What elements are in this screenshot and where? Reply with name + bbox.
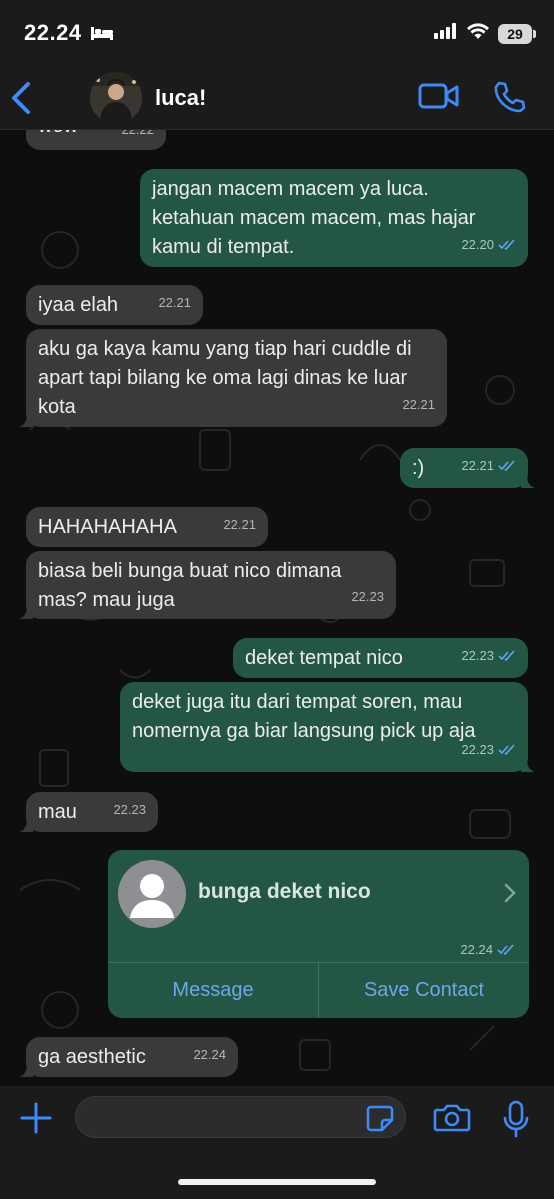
message-text: jangan macem macem ya luca. ketahuan mac… (152, 178, 476, 258)
battery-icon: 29 (498, 23, 536, 44)
signal-icon (434, 23, 458, 44)
message-bubble-incoming[interactable]: ga aesthetic 22.24 (19, 1037, 238, 1077)
message-bubble-incoming[interactable]: wow 22.22 (26, 130, 166, 150)
camera-icon[interactable] (433, 1102, 471, 1139)
message-text: deket tempat nico (245, 647, 403, 669)
message-bubble-outgoing[interactable]: jangan macem macem ya luca. ketahuan mac… (140, 169, 528, 267)
read-ticks-icon (498, 649, 515, 661)
message-text: iyaa elah (38, 294, 119, 316)
message-text: wow (38, 130, 78, 141)
message-time: 22.24 (193, 1047, 226, 1062)
video-call-icon[interactable] (418, 82, 460, 115)
read-ticks-icon (498, 459, 515, 471)
message-time: 22.23 (461, 735, 516, 764)
message-time: 22.23 (351, 589, 384, 604)
phone-call-icon[interactable] (492, 80, 526, 119)
message-time: 22.21 (461, 451, 516, 480)
message-time: 22.22 (121, 130, 154, 144)
contact-name[interactable]: luca! (155, 85, 206, 111)
message-time: 22.21 (158, 295, 191, 310)
message-bubble-outgoing[interactable]: :) 22.21 (400, 448, 535, 488)
composer-bar (0, 1086, 554, 1199)
chat-header: luca! (0, 66, 554, 130)
message-bubble-incoming[interactable]: mau 22.23 (19, 792, 158, 832)
status-bar: 22.24 29 (0, 0, 554, 66)
chat-area[interactable]: wow 22.22 jangan macem macem ya luca. ke… (0, 130, 554, 1086)
message-time: 22.23 (461, 641, 516, 670)
message-bubble-incoming[interactable]: biasa beli bunga buat nico dimana mas? m… (19, 551, 396, 619)
message-text: HAHAHAHAHA (38, 516, 177, 538)
bed-icon (90, 24, 114, 47)
message-time: 22.23 (113, 802, 146, 817)
message-time: 22.20 (461, 230, 516, 259)
read-ticks-icon (498, 238, 515, 250)
message-time: 22.24 (460, 942, 515, 957)
message-text: ga aesthetic (38, 1046, 146, 1068)
shared-contact-card[interactable]: bunga deket nico 22.24 Message Save Cont… (108, 850, 529, 1018)
message-bubble-incoming[interactable]: aku ga kaya kamu yang tiap hari cuddle d… (19, 329, 447, 427)
message-text: biasa beli bunga buat nico dimana mas? m… (38, 560, 342, 611)
plus-icon[interactable] (20, 1102, 52, 1139)
message-text: mau (38, 801, 77, 823)
back-icon[interactable] (10, 78, 34, 123)
message-input[interactable] (75, 1096, 406, 1138)
contact-avatar[interactable] (90, 72, 142, 124)
message-text: deket juga itu dari tempat soren, mau no… (132, 691, 476, 742)
microphone-icon[interactable] (502, 1100, 530, 1143)
read-ticks-icon (498, 743, 515, 755)
message-bubble-outgoing[interactable]: deket tempat nico 22.23 (233, 638, 528, 678)
message-bubble-outgoing[interactable]: deket juga itu dari tempat soren, mau no… (120, 682, 535, 772)
shared-contact-name: bunga deket nico (198, 880, 371, 903)
chevron-right-icon[interactable] (503, 882, 517, 909)
save-contact-button[interactable]: Save Contact (318, 963, 529, 1018)
status-time: 22.24 (24, 20, 82, 45)
message-text: :) (412, 457, 425, 479)
home-indicator[interactable] (178, 1179, 376, 1185)
wifi-icon (466, 22, 490, 45)
message-time: 22.21 (223, 517, 256, 532)
read-ticks-icon (497, 943, 514, 955)
contact-placeholder-avatar (118, 860, 186, 928)
message-text: aku ga kaya kamu yang tiap hari cuddle d… (38, 338, 412, 418)
message-bubble-incoming[interactable]: HAHAHAHAHA 22.21 (26, 507, 268, 547)
sticker-icon[interactable] (366, 1104, 394, 1137)
message-contact-button[interactable]: Message (108, 963, 318, 1018)
message-time: 22.21 (402, 397, 435, 412)
message-bubble-incoming[interactable]: iyaa elah 22.21 (26, 285, 203, 325)
